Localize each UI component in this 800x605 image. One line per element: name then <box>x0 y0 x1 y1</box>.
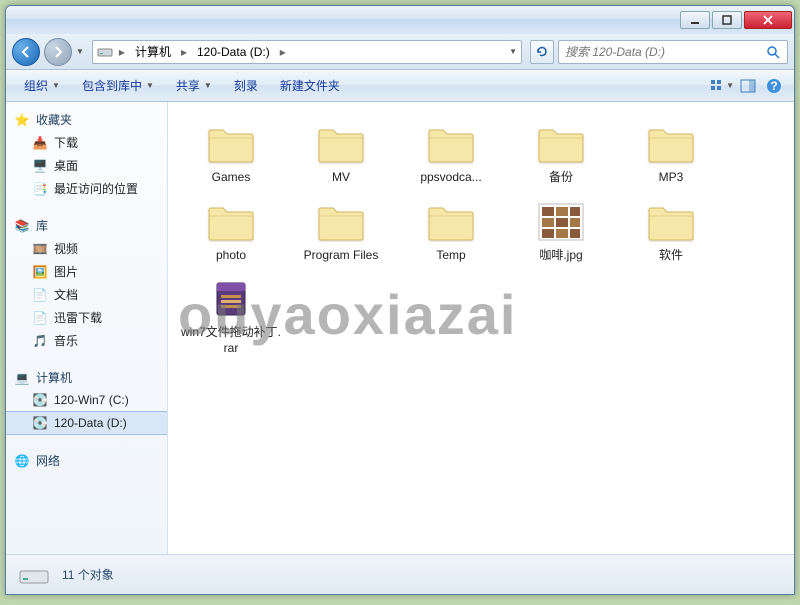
video-icon: 🎞️ <box>32 241 48 257</box>
minimize-button[interactable] <box>680 11 710 29</box>
folder-icon <box>203 120 259 168</box>
file-label: MV <box>332 170 350 186</box>
file-label: MP3 <box>659 170 684 186</box>
sidebar-item-downloads[interactable]: 📥下载 <box>6 131 167 154</box>
file-item[interactable]: 备份 <box>506 114 616 192</box>
search-icon <box>765 44 781 60</box>
file-item[interactable]: Temp <box>396 192 506 270</box>
file-label: photo <box>216 248 246 264</box>
search-input[interactable] <box>565 45 765 59</box>
picture-icon: 🖼️ <box>32 264 48 280</box>
music-icon: 🎵 <box>32 333 48 349</box>
file-item[interactable]: 软件 <box>616 192 726 270</box>
sidebar-item-desktop[interactable]: 🖥️桌面 <box>6 154 167 177</box>
file-item[interactable]: win7文件拖动补丁.rar <box>176 269 286 362</box>
file-item[interactable]: Program Files <box>286 192 396 270</box>
file-label: ppsvodca... <box>420 170 481 186</box>
sidebar-item-documents[interactable]: 📄文档 <box>6 283 167 306</box>
close-button[interactable] <box>744 11 792 29</box>
address-bar[interactable]: ▸ 计算机 ▸ 120-Data (D:) ▸ ▼ <box>92 40 522 64</box>
sidebar-item-drive-c[interactable]: 💽120-Win7 (C:) <box>6 389 167 411</box>
folder-icon <box>313 120 369 168</box>
sidebar-item-drive-d[interactable]: 💽120-Data (D:) <box>6 411 167 435</box>
chevron-right-icon[interactable]: ▸ <box>117 45 127 59</box>
address-dropdown[interactable]: ▼ <box>509 47 517 56</box>
sidebar-item-recent[interactable]: 📑最近访问的位置 <box>6 177 167 200</box>
maximize-button[interactable] <box>712 11 742 29</box>
folder-icon <box>313 198 369 246</box>
sidebar-item-xunlei[interactable]: 📄迅雷下载 <box>6 306 167 329</box>
file-list[interactable]: Games MV ppsvodca... 备份 MP3 photo Program File… <box>168 102 794 554</box>
breadcrumb-computer[interactable]: 计算机 <box>131 41 175 62</box>
folder-icon <box>643 120 699 168</box>
file-label: 咖啡.jpg <box>539 248 582 264</box>
explorer-window: ▼ ▸ 计算机 ▸ 120-Data (D:) ▸ ▼ 组织 ▼ 包含到库中 ▼… <box>5 5 795 595</box>
svg-text:?: ? <box>770 79 777 93</box>
include-menu[interactable]: 包含到库中 ▼ <box>72 73 164 98</box>
file-item[interactable]: photo <box>176 192 286 270</box>
refresh-button[interactable] <box>530 40 554 64</box>
newfolder-button[interactable]: 新建文件夹 <box>270 73 350 98</box>
recent-icon: 📑 <box>32 181 48 197</box>
burn-button[interactable]: 刻录 <box>224 73 268 98</box>
drive-icon: 💽 <box>32 392 48 408</box>
file-label: 备份 <box>549 170 573 186</box>
view-button[interactable]: ▼ <box>710 75 734 97</box>
star-icon: ⭐ <box>14 112 30 128</box>
file-item[interactable]: MV <box>286 114 396 192</box>
drive-icon <box>97 44 113 60</box>
sidebar-libraries[interactable]: 📚库 <box>6 214 167 237</box>
navbar: ▼ ▸ 计算机 ▸ 120-Data (D:) ▸ ▼ <box>6 34 794 70</box>
file-label: Games <box>212 170 251 186</box>
file-label: win7文件拖动补丁.rar <box>180 325 282 356</box>
sidebar-item-videos[interactable]: 🎞️视频 <box>6 237 167 260</box>
forward-button[interactable] <box>44 38 72 66</box>
file-item[interactable]: ppsvodca... <box>396 114 506 192</box>
search-box[interactable] <box>558 40 788 64</box>
sidebar-favorites[interactable]: ⭐收藏夹 <box>6 108 167 131</box>
chevron-right-icon[interactable]: ▸ <box>278 45 288 59</box>
titlebar <box>6 6 794 34</box>
folder-icon <box>533 120 589 168</box>
folder-icon <box>423 198 479 246</box>
image-icon <box>533 198 589 246</box>
drive-icon <box>18 563 50 587</box>
folder-icon <box>203 198 259 246</box>
status-bar: 11 个对象 <box>6 554 794 594</box>
network-icon: 🌐 <box>14 453 30 469</box>
chevron-right-icon[interactable]: ▸ <box>179 45 189 59</box>
file-label: Program Files <box>304 248 379 264</box>
file-label: Temp <box>436 248 465 264</box>
sidebar-item-pictures[interactable]: 🖼️图片 <box>6 260 167 283</box>
file-item[interactable]: MP3 <box>616 114 726 192</box>
help-button[interactable]: ? <box>762 75 786 97</box>
folder-icon <box>423 120 479 168</box>
file-label: 软件 <box>659 248 683 264</box>
share-menu[interactable]: 共享 ▼ <box>166 73 222 98</box>
download-icon: 📥 <box>32 135 48 151</box>
status-count: 11 个对象 <box>62 566 114 583</box>
sidebar: ⭐收藏夹 📥下载 🖥️桌面 📑最近访问的位置 📚库 🎞️视频 🖼️图片 📄文档 … <box>6 102 168 554</box>
document-icon: 📄 <box>32 287 48 303</box>
history-dropdown[interactable]: ▼ <box>76 47 84 56</box>
organize-menu[interactable]: 组织 ▼ <box>14 73 70 98</box>
computer-icon: 💻 <box>14 370 30 386</box>
file-item[interactable]: Games <box>176 114 286 192</box>
desktop-icon: 🖥️ <box>32 158 48 174</box>
sidebar-item-music[interactable]: 🎵音乐 <box>6 329 167 352</box>
rar-icon <box>203 275 259 323</box>
back-button[interactable] <box>12 38 40 66</box>
toolbar: 组织 ▼ 包含到库中 ▼ 共享 ▼ 刻录 新建文件夹 ▼ ? <box>6 70 794 102</box>
sidebar-network[interactable]: 🌐网络 <box>6 449 167 472</box>
download-icon: 📄 <box>32 310 48 326</box>
preview-button[interactable] <box>736 75 760 97</box>
sidebar-computer[interactable]: 💻计算机 <box>6 366 167 389</box>
drive-icon: 💽 <box>32 415 48 431</box>
folder-icon <box>643 198 699 246</box>
breadcrumb-current[interactable]: 120-Data (D:) <box>193 43 274 61</box>
library-icon: 📚 <box>14 218 30 234</box>
file-item[interactable]: 咖啡.jpg <box>506 192 616 270</box>
